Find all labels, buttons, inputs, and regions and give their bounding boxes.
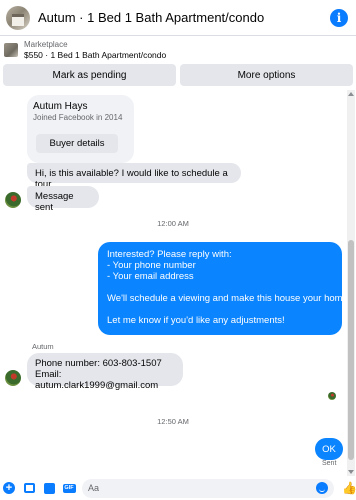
message-timestamp: 12:00 AM [157, 219, 189, 228]
scroll-thumb[interactable] [348, 240, 354, 460]
message-line: - Your email address [107, 271, 194, 282]
gif-icon[interactable]: GIF [62, 481, 76, 495]
message-line [107, 304, 333, 315]
message-bubble-incoming[interactable]: Hi, is this available? I would like to s… [27, 163, 241, 190]
buyer-details-button[interactable]: Buyer details [36, 134, 118, 153]
message-line: Let me know if you'd like any adjustment… [107, 315, 285, 326]
message-line: Interested? Please reply with: [107, 249, 232, 260]
buyer-name: Autum Hays [33, 101, 88, 112]
buyer-card: Autum Hays Joined Facebook in 2014 Buyer… [27, 95, 134, 163]
listing-price-title: $550 · 1 Bed 1 Bath Apartment/condo [24, 50, 167, 60]
conversation-title[interactable]: Autum · 1 Bed 1 Bath Apartment/condo [38, 10, 330, 25]
sent-status: Sent [322, 460, 337, 467]
marketplace-label: Marketplace [24, 40, 68, 49]
message-bubble-outgoing[interactable]: Interested? Please reply with: - Your ph… [98, 242, 346, 335]
sender-avatar[interactable] [5, 370, 21, 386]
listing-thumbnail [4, 43, 18, 57]
marketplace-listing-row[interactable]: Marketplace $550 · 1 Bed 1 Bath Apartmen… [0, 37, 356, 63]
emoji-icon[interactable] [316, 482, 328, 494]
message-thread[interactable]: Autum Hays Joined Facebook in 2014 Buyer… [0, 90, 346, 476]
seen-indicator-avatar [328, 392, 336, 400]
scroll-up-arrow-icon[interactable] [348, 92, 354, 96]
photo-icon[interactable] [22, 481, 36, 495]
message-composer: + GIF Aa 👍 [0, 476, 356, 500]
message-line: We'll schedule a viewing and make this h… [107, 293, 346, 304]
message-input-placeholder: Aa [88, 483, 100, 493]
plus-icon[interactable]: + [2, 481, 16, 495]
message-input[interactable]: Aa [82, 478, 334, 498]
message-timestamp: 12:50 AM [157, 417, 189, 426]
sender-name: Autum [32, 342, 54, 351]
email-text: Email: autum.clark1999@gmail.com [35, 369, 159, 391]
scroll-down-arrow-icon[interactable] [348, 470, 354, 474]
message-line [107, 282, 333, 293]
message-line: - Your phone number [107, 260, 196, 271]
sender-avatar[interactable] [5, 192, 21, 208]
chat-scrollbar[interactable] [347, 90, 355, 476]
conversation-header: Autum · 1 Bed 1 Bath Apartment/condo i [0, 0, 356, 36]
message-bubble-incoming[interactable]: Message sent [27, 186, 99, 213]
message-bubble-incoming[interactable]: Phone number: 603-803-1507 Email: autum.… [27, 353, 183, 391]
info-icon[interactable]: i [330, 8, 348, 27]
listing-info: Marketplace $550 · 1 Bed 1 Bath Apartmen… [24, 39, 166, 61]
more-options-button[interactable]: More options [180, 64, 353, 86]
listing-actions: Mark as pending More options [3, 64, 353, 86]
listing-avatar[interactable] [6, 5, 30, 30]
thumbs-up-icon[interactable]: 👍 [342, 481, 356, 495]
phone-number-text: Phone number: 603-803-1507 [35, 358, 162, 369]
mark-as-pending-button[interactable]: Mark as pending [3, 64, 176, 86]
message-bubble-outgoing[interactable]: OK [315, 438, 343, 460]
sticker-icon[interactable] [42, 481, 56, 495]
buyer-joined: Joined Facebook in 2014 [33, 113, 123, 122]
